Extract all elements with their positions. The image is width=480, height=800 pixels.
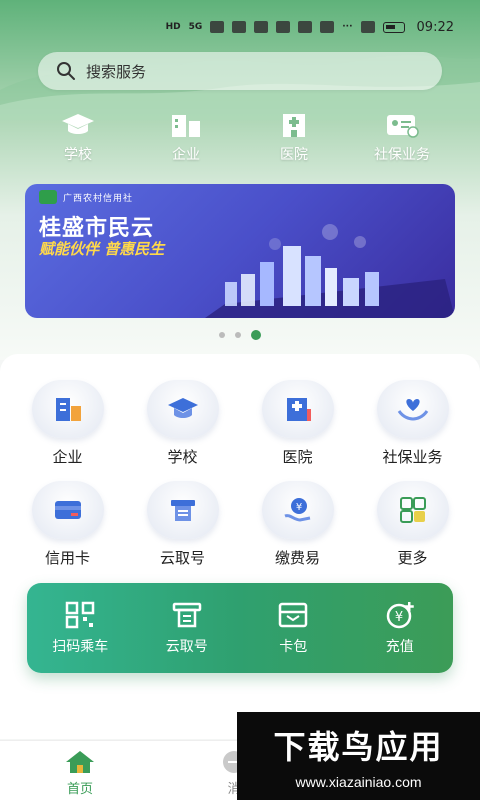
service-icon-bg bbox=[376, 380, 449, 438]
top-category-label: 医院 bbox=[280, 147, 308, 163]
service-grid: 企业 学校 医院 社保业务 信用卡 云取号 ¥ 缴费易 更多 bbox=[10, 380, 470, 568]
search-icon bbox=[57, 62, 75, 80]
top-category-bar: 学校 企业 医院 社保业务 bbox=[24, 112, 456, 176]
service-label: 医院 bbox=[282, 448, 313, 466]
top-category-school[interactable]: 学校 bbox=[24, 112, 132, 176]
grid-more-icon bbox=[399, 497, 426, 523]
top-category-label: 企业 bbox=[172, 147, 200, 163]
tab-home-label: 首页 bbox=[66, 782, 93, 797]
search-bar[interactable]: 搜索服务 bbox=[38, 52, 442, 90]
graduation-cap-icon bbox=[62, 114, 94, 134]
carousel-indicator bbox=[0, 330, 480, 340]
quick-action-label: 充值 bbox=[385, 639, 414, 655]
watermark-title: 下载鸟应用 bbox=[273, 728, 444, 766]
top-category-social-security[interactable]: 社保业务 bbox=[348, 112, 456, 176]
status-time: 09:22 bbox=[416, 19, 454, 35]
services-panel: 企业 学校 医院 社保业务 信用卡 云取号 ¥ 缴费易 更多 扫码乘车 云取号 … bbox=[0, 354, 480, 739]
heart-hands-icon bbox=[397, 399, 428, 421]
service-label: 社保业务 bbox=[382, 448, 443, 466]
penguin-icon bbox=[276, 21, 291, 33]
service-icon-bg bbox=[376, 481, 449, 539]
service-label: 企业 bbox=[52, 448, 83, 466]
search-placeholder: 搜索服务 bbox=[86, 62, 147, 81]
service-hospital[interactable]: 医院 bbox=[240, 380, 355, 467]
wifi-icon bbox=[210, 21, 225, 33]
network-type: HD bbox=[165, 22, 181, 32]
service-credit-card[interactable]: 信用卡 bbox=[10, 481, 125, 568]
battery-icon bbox=[382, 21, 405, 33]
nfc-icon bbox=[360, 21, 375, 33]
app-icon bbox=[298, 21, 313, 33]
tab-home[interactable]: 首页 bbox=[48, 749, 112, 797]
quick-cloud-ticket[interactable]: 云取号 bbox=[137, 600, 237, 656]
shield-icon bbox=[320, 21, 335, 33]
home-icon bbox=[66, 751, 94, 773]
watermark-overlay: 下载鸟应用 www.xiazainiao.com bbox=[237, 712, 480, 800]
credit-card-icon bbox=[54, 501, 81, 519]
service-label: 缴费易 bbox=[274, 549, 320, 567]
quick-action-bar: 扫码乘车 云取号 卡包 ¥ 充值 bbox=[27, 583, 453, 673]
top-category-enterprise[interactable]: 企业 bbox=[132, 112, 240, 176]
svg-text:¥: ¥ bbox=[295, 502, 301, 513]
signal-indicator: 5G bbox=[188, 22, 203, 32]
service-enterprise[interactable]: 企业 bbox=[10, 380, 125, 467]
yuan-plus-icon: ¥ bbox=[386, 602, 414, 629]
service-label: 云取号 bbox=[159, 549, 205, 567]
more-dots-icon: ··· bbox=[342, 22, 353, 32]
service-label: 学校 bbox=[167, 448, 198, 466]
yuan-hand-icon: ¥ bbox=[283, 498, 310, 522]
service-label: 信用卡 bbox=[44, 549, 90, 567]
building-icon bbox=[55, 398, 81, 421]
quick-action-label: 云取号 bbox=[165, 639, 208, 655]
basketball-icon bbox=[254, 21, 269, 33]
quick-recharge[interactable]: ¥ 充值 bbox=[350, 600, 450, 656]
hospital-icon bbox=[286, 398, 311, 421]
service-social-security[interactable]: 社保业务 bbox=[355, 380, 470, 467]
chat-icon bbox=[232, 21, 247, 33]
ticket-machine-icon bbox=[172, 602, 201, 628]
service-icon-bg: ¥ bbox=[261, 481, 334, 539]
quick-card-wallet[interactable]: 卡包 bbox=[243, 600, 343, 656]
service-icon-bg bbox=[146, 481, 219, 539]
promo-banner[interactable]: 广西农村信用社 桂盛市民云 赋能伙伴 普惠民生 bbox=[25, 184, 455, 318]
city-skyline-illustration bbox=[205, 224, 455, 318]
svg-text:¥: ¥ bbox=[395, 610, 403, 625]
building-icon bbox=[172, 115, 200, 137]
service-payment[interactable]: ¥ 缴费易 bbox=[240, 481, 355, 568]
service-icon-bg bbox=[146, 380, 219, 438]
top-category-hospital[interactable]: 医院 bbox=[240, 112, 348, 176]
quick-action-label: 卡包 bbox=[279, 639, 308, 655]
quick-action-label: 扫码乘车 bbox=[52, 639, 109, 655]
service-more[interactable]: 更多 bbox=[355, 481, 470, 568]
carousel-dot-active[interactable] bbox=[251, 330, 261, 340]
service-cloud-ticket[interactable]: 云取号 bbox=[125, 481, 240, 568]
service-label: 更多 bbox=[397, 549, 428, 567]
service-icon-bg bbox=[261, 380, 334, 438]
status-bar: HD 5G ··· 09:22 bbox=[0, 14, 480, 40]
quick-scan-ride[interactable]: 扫码乘车 bbox=[30, 600, 130, 656]
ticket-machine-icon bbox=[170, 500, 195, 521]
service-icon-bg bbox=[31, 380, 104, 438]
top-category-label: 学校 bbox=[64, 147, 92, 163]
hospital-icon bbox=[283, 114, 305, 137]
watermark-url: www.xiazainiao.com bbox=[295, 774, 422, 790]
id-card-icon bbox=[387, 115, 419, 138]
service-school[interactable]: 学校 bbox=[125, 380, 240, 467]
carousel-dot[interactable] bbox=[235, 332, 241, 338]
carousel-dot[interactable] bbox=[219, 332, 225, 338]
service-icon-bg bbox=[31, 481, 104, 539]
wallet-icon bbox=[279, 602, 308, 628]
graduation-cap-icon bbox=[167, 398, 198, 418]
qr-scan-icon bbox=[66, 601, 95, 629]
top-category-label: 社保业务 bbox=[374, 147, 430, 163]
